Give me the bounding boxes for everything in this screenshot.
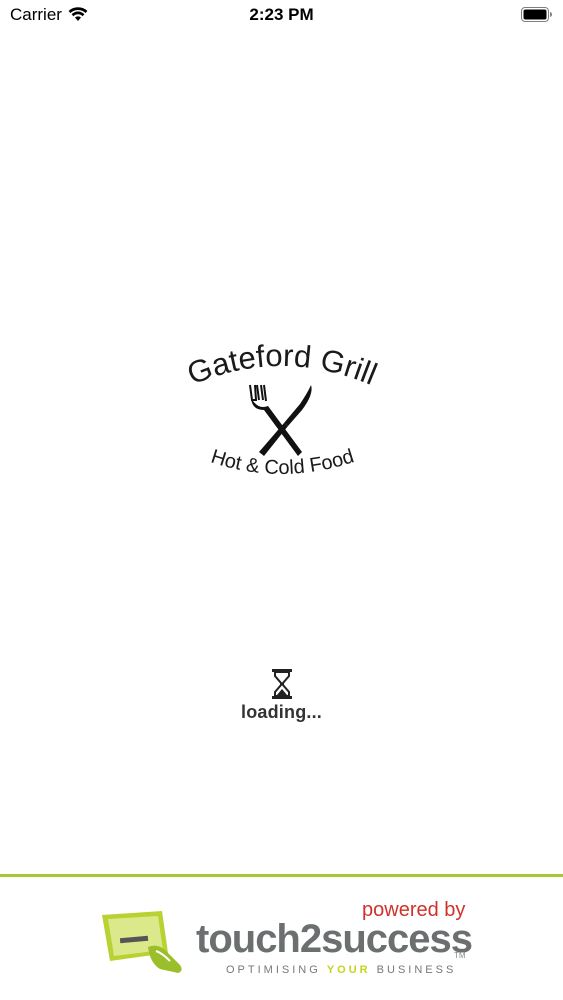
logo-title: Gateford Grill	[182, 338, 382, 392]
battery-icon	[521, 7, 553, 27]
trademark-mark: TM	[454, 951, 466, 960]
touch2success-logo-icon	[100, 907, 190, 977]
brand-name: touch2success	[196, 917, 473, 961]
loading-text: loading...	[241, 702, 322, 722]
powered-by-footer: powered by touch2success TM OPTIMISING Y…	[0, 877, 563, 1000]
knife-icon	[259, 385, 312, 456]
status-time: 2:23 PM	[249, 5, 314, 24]
fork-icon	[249, 384, 302, 456]
status-bar: Carrier 2:23 PM	[0, 0, 563, 30]
tagline-pre: OPTIMISING	[226, 964, 327, 976]
loading-indicator: loading...	[0, 668, 563, 723]
tagline-post: BUSINESS	[370, 964, 457, 976]
logo-subtitle: Hot & Cold Food	[208, 445, 356, 479]
brand-tagline: OPTIMISING YOUR BUSINESS	[226, 964, 456, 976]
hourglass-icon	[271, 668, 293, 700]
restaurant-logo: Gateford Grill Hot & Cold Food	[160, 330, 400, 505]
tagline-highlight: YOUR	[326, 964, 371, 976]
